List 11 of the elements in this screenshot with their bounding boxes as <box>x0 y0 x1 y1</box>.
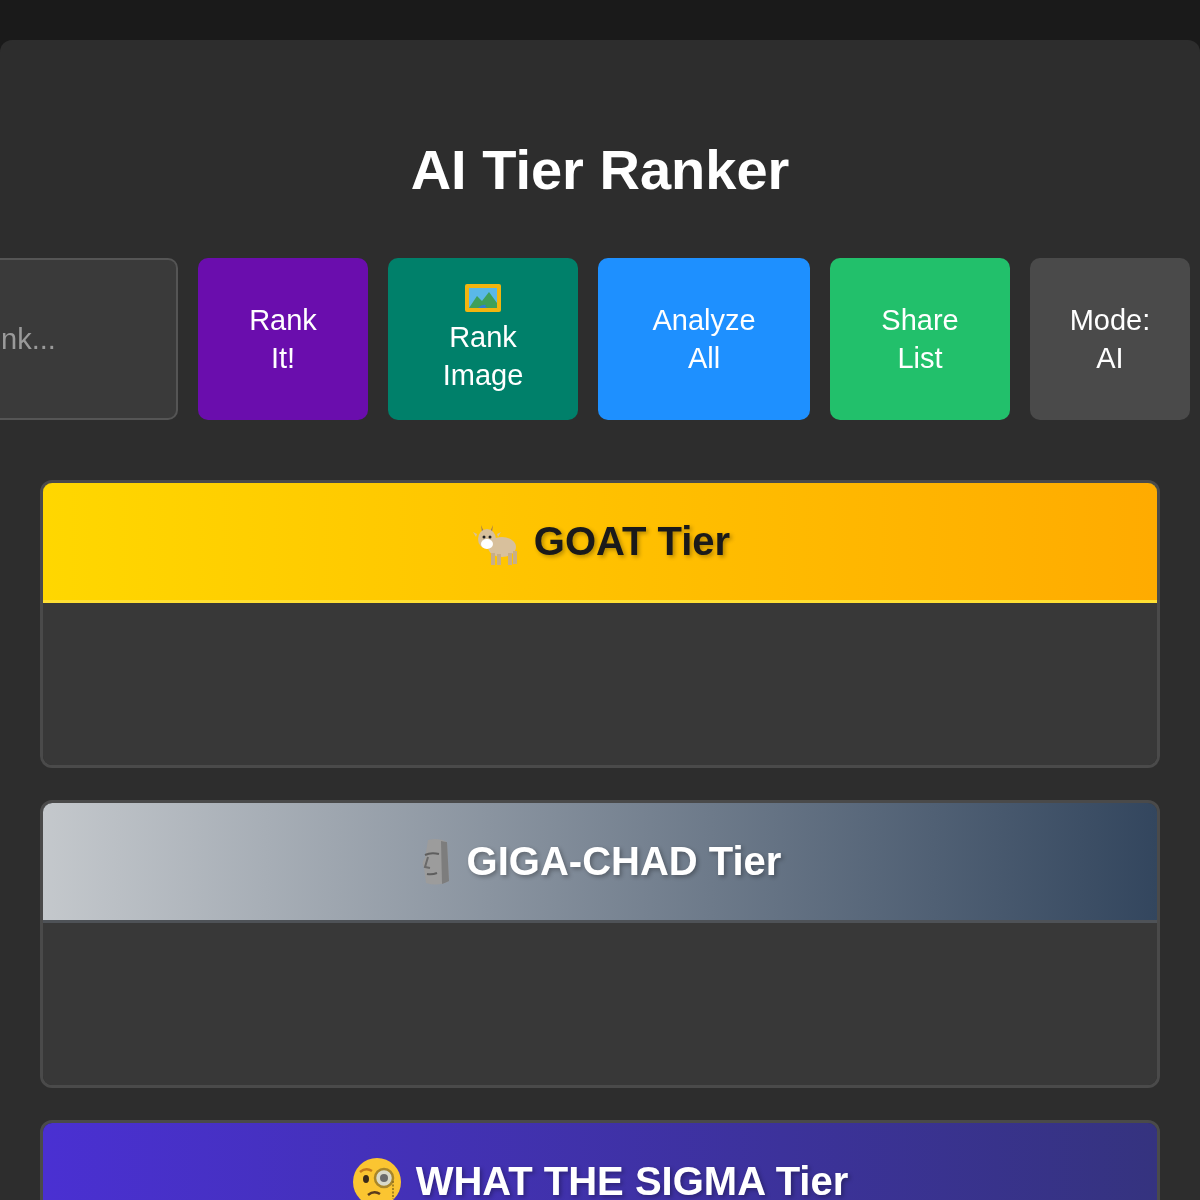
monocle-face-icon <box>351 1156 402 1200</box>
rank-button[interactable]: Rank It! <box>198 258 368 420</box>
text-input[interactable]: nk... <box>0 258 178 420</box>
tier-title: WHAT THE SIGMA Tier <box>415 1159 849 1200</box>
mode-button[interactable]: Mode: AI <box>1030 258 1190 420</box>
rank-image-button[interactable]: Rank Image <box>388 258 578 420</box>
app-title: AI Tier Ranker <box>410 137 790 203</box>
tier-title: GOAT Tier <box>533 519 731 564</box>
tier-title: GIGA-CHAD Tier <box>466 839 782 884</box>
analyze-button[interactable]: Analyze All <box>598 258 810 420</box>
framed-picture-icon <box>465 284 501 312</box>
